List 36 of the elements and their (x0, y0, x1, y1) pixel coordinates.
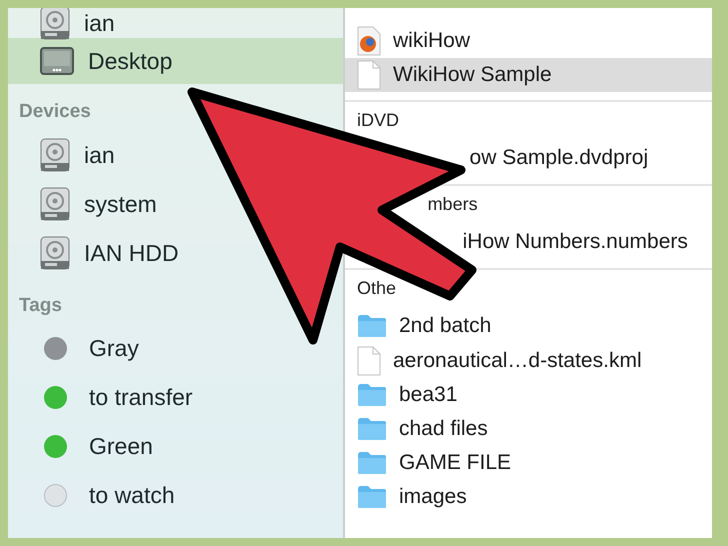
section-header: Devices (18, 100, 92, 124)
group-header: mbers (428, 193, 478, 216)
file-name[interactable]: ow Sample.dvdproj (470, 142, 648, 174)
file-name[interactable]: images (399, 481, 467, 513)
web-page-icon (357, 26, 381, 56)
drive-icon (40, 236, 70, 270)
folder-icon (357, 383, 387, 407)
file-name[interactable]: iHow Numbers.numbers (462, 226, 688, 258)
document-icon (357, 60, 381, 90)
file-name[interactable]: wikiHow (393, 25, 470, 57)
file-name[interactable]: GAME FILE (399, 447, 512, 479)
drive-icon (40, 187, 70, 221)
sidebar-item[interactable]: system (84, 186, 157, 222)
sidebar-item[interactable]: IAN HDD (84, 236, 179, 270)
section-header: Tags (18, 294, 63, 318)
folder-icon (357, 485, 387, 509)
group-header: iDVD (357, 109, 400, 132)
sidebar-item[interactable]: Green (89, 429, 153, 464)
sidebar-item[interactable]: ian (84, 8, 115, 40)
desktop-icon (40, 47, 74, 75)
document-icon (357, 346, 381, 376)
sidebar-item[interactable]: Gray (89, 331, 139, 366)
group-header: Othe (357, 277, 396, 300)
file-name[interactable]: bea31 (399, 379, 458, 411)
sidebar-item[interactable]: to transfer (89, 380, 193, 415)
folder-icon (357, 451, 387, 475)
drive-icon (40, 138, 70, 172)
sidebar-item[interactable]: ian (84, 138, 115, 172)
folder-icon (357, 314, 387, 338)
folder-icon (357, 417, 387, 441)
sidebar-item[interactable]: Desktop (8, 38, 343, 84)
sidebar-item[interactable]: to watch (89, 478, 175, 513)
file-name[interactable]: aeronautical…d-states.kml (393, 345, 642, 377)
file-name[interactable]: 2nd batch (399, 310, 492, 342)
file-name[interactable]: chad files (399, 413, 488, 445)
file-row[interactable]: WikiHow Sample (345, 58, 712, 92)
